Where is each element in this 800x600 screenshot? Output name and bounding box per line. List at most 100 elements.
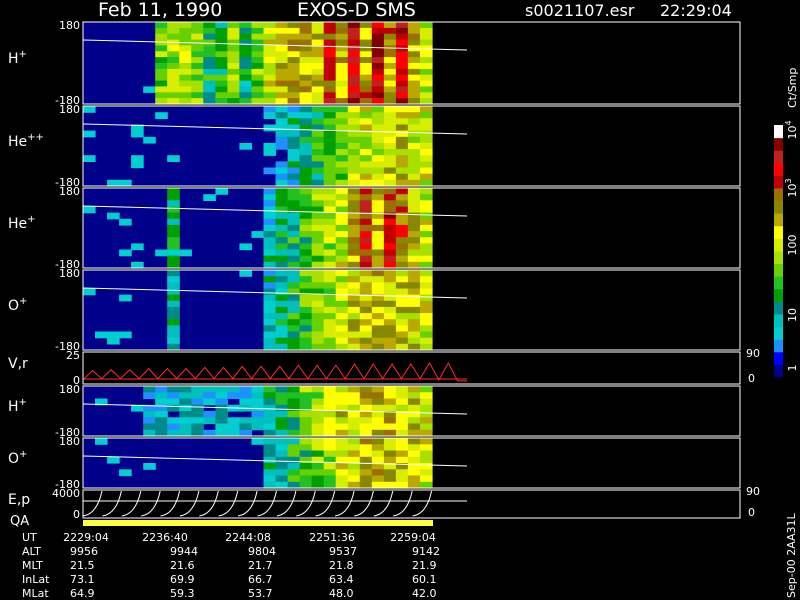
heatmap-cell [323,392,337,400]
heatmap-cell [167,386,180,393]
heatmap-cell [287,288,301,296]
heatmap-cell [275,270,289,277]
heatmap-cell [323,438,337,445]
heatmap-cell [395,331,409,339]
heatmap-cell [167,206,180,214]
heatmap-cell [191,398,204,406]
heatmap-cell [263,469,277,477]
heatmap-cell [359,92,373,99]
heatmap-cell [299,130,313,138]
heatmap-cell [371,63,385,70]
heatmap-cell [299,200,313,208]
heatmap-cell [347,423,361,431]
heatmap-cell [335,118,349,126]
heatmap-cell [420,319,433,326]
colorbar-swatch [774,188,783,202]
heatmap-cell [167,398,180,406]
heatmap-cell [383,39,397,47]
heatmap-cell [359,206,373,214]
heatmap-cell [335,86,349,93]
heatmap-cell [275,456,289,464]
heatmap-cell [420,136,433,144]
heatmap-cell [323,118,337,126]
heatmap-cell [263,475,277,483]
heatmap-cell [251,411,265,418]
heatmap-cell [407,33,421,41]
heatmap-cell [203,398,216,406]
heatmap-cell [227,68,240,76]
heatmap-cell [311,118,325,126]
heatmap-cell [323,417,337,425]
heatmap-cell [263,167,277,175]
heatmap-cell [263,294,277,302]
energy-arc [199,490,219,517]
heatmap-cell [263,411,277,418]
heatmap-cell [395,444,409,452]
footer-table: UTALTMLTInLatMLat 2229:04995621.573.164.9… [22,531,440,600]
heatmap-cell [407,106,421,113]
heatmap-cell [420,288,433,296]
heatmap-cell [395,167,409,175]
footer-cell: 2236:40 [142,531,188,544]
heatmap-cell [383,22,397,29]
heatmap-cell [311,86,325,93]
heatmap-cell [395,456,409,464]
heatmap-cell [420,276,433,283]
y-tick-top: 180 [59,267,80,280]
heatmap-cell [311,136,325,144]
header-file: s0021107.esr [525,1,635,20]
heatmap-cell [420,80,433,88]
heatmap-cell [287,475,301,483]
heatmap-cell [287,237,301,244]
heatmap-cell [359,27,373,35]
heatmap-cell [420,106,433,113]
heatmap-cell [179,386,192,393]
heatmap-cell [383,149,397,156]
heatmap-cell [323,237,337,244]
heatmap-cell [335,450,349,458]
heatmap-cell [407,306,421,314]
heatmap-cell [335,438,349,445]
heatmap-cell [191,74,204,82]
heatmap-cell [323,155,337,162]
heatmap-cell [420,294,433,302]
heatmap-cell [371,450,385,458]
heatmap-cell [335,142,349,150]
heatmap-cell [420,142,433,150]
heatmap-cell [335,149,349,156]
heatmap-cell [420,112,433,119]
heatmap-cell [347,463,361,470]
heatmap-cell [251,22,265,29]
heatmap-cell [167,243,180,251]
footer-cell: 73.1 [70,573,95,586]
heatmap-cell [263,112,277,119]
heatmap-cell [299,475,313,483]
heatmap-cell [383,27,397,35]
heatmap-cell [335,325,349,333]
y-tick-top: 180 [59,185,80,198]
heatmap-cell [383,173,397,181]
heatmap-cell [347,86,361,93]
heatmap-cell [383,398,397,406]
header-date: Feb 11, 1990 [98,0,222,21]
heatmap-cell [191,27,204,35]
heatmap-cell [359,325,373,333]
heatmap-cell [420,444,433,452]
heatmap-cell [359,200,373,208]
heatmap-cell [323,130,337,138]
heatmap-cell [383,224,397,232]
heatmap-cell [371,142,385,150]
footer-cell: 66.7 [248,573,273,586]
heatmap-cell [263,456,277,464]
heatmap-cell [143,386,156,393]
heatmap-cell [335,417,349,425]
heatmap-cell [239,27,252,35]
heatmap-cell [359,106,373,113]
heatmap-cell [167,231,180,238]
heatmap-cell [347,306,361,314]
heatmap-cell [311,313,325,320]
heatmap-cell [275,200,289,208]
heatmap-cell [215,80,228,88]
heatmap-cell [299,136,313,144]
heatmap-cell [167,282,180,290]
